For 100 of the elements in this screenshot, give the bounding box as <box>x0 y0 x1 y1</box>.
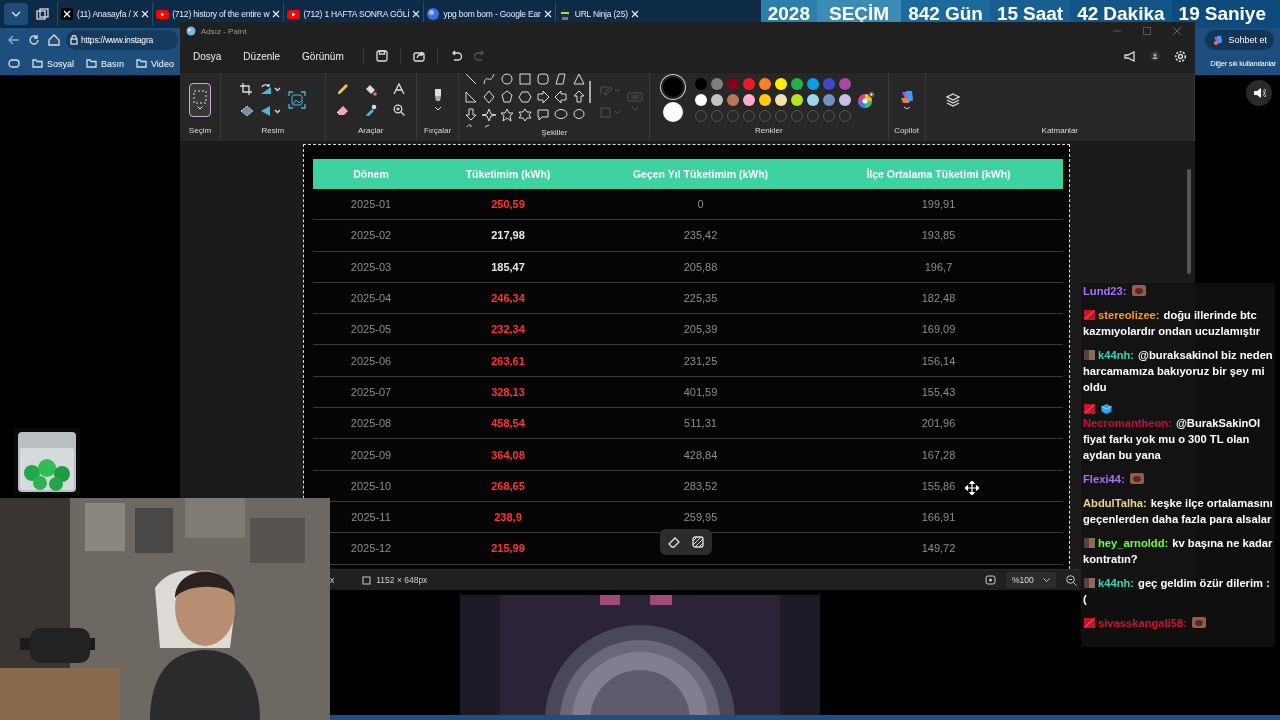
color-swatch[interactable] <box>726 93 739 106</box>
megaphone-icon[interactable] <box>1124 50 1136 62</box>
color-swatch[interactable] <box>838 77 851 90</box>
table-cell: 2025-05 <box>313 313 429 345</box>
scrollbar[interactable] <box>1187 169 1191 274</box>
fit-screen-icon[interactable] <box>985 575 996 585</box>
share-icon[interactable] <box>412 50 425 62</box>
magnifier-icon[interactable] <box>392 104 405 116</box>
browser-tab[interactable]: (11) Anasayfa / X <box>57 2 153 26</box>
chat-message: k44nh: @buraksakinol biz neden harcamamıza bakıyoruz bir şey mi oldu <box>1083 348 1273 395</box>
table-cell: 166,91 <box>814 501 1063 533</box>
zoom-out-icon[interactable] <box>1066 574 1077 586</box>
color-swatch[interactable] <box>774 93 787 106</box>
countdown-value: 842 <box>908 3 940 25</box>
rotate-icon[interactable] <box>259 82 282 95</box>
flip-icon[interactable] <box>259 104 282 117</box>
table-cell: 401,59 <box>587 376 814 408</box>
table-cell: 182,48 <box>814 282 1063 314</box>
group-label: Araçlar <box>356 126 385 137</box>
table-cell: 0 <box>587 189 814 220</box>
table-cell: 155,43 <box>814 376 1063 408</box>
layers-icon[interactable] <box>945 92 960 107</box>
home-icon[interactable] <box>48 34 60 46</box>
menu-item[interactable]: Görünüm <box>293 46 353 66</box>
color-swatch[interactable] <box>822 93 835 106</box>
color-swatch[interactable] <box>694 93 707 106</box>
color-swatch[interactable] <box>742 93 755 106</box>
text-icon[interactable] <box>392 83 405 95</box>
color-swatch[interactable] <box>822 77 835 90</box>
color-swatch[interactable] <box>662 102 683 122</box>
bookmark-folder[interactable]: Video <box>136 58 174 69</box>
countdown-unit: Saat <box>1023 3 1064 25</box>
eraser-icon[interactable] <box>336 104 350 116</box>
ninja-icon <box>558 8 572 20</box>
copilot-button[interactable]: Sohbet et <box>1205 30 1274 50</box>
color-swatch[interactable] <box>806 93 819 106</box>
bookmark-folder[interactable]: Sosyal <box>32 58 74 69</box>
color-swatch[interactable] <box>710 93 723 106</box>
zoom-dropdown[interactable]: %100 <box>1006 572 1056 588</box>
color-picker-icon[interactable] <box>364 104 377 116</box>
selection-icon <box>192 89 207 104</box>
pencil-icon[interactable] <box>336 83 350 96</box>
resize-icon[interactable] <box>239 104 254 117</box>
status-text: x <box>330 575 335 585</box>
color-swatch[interactable] <box>662 77 683 97</box>
crop-icon[interactable] <box>239 82 252 95</box>
menu-item[interactable]: Dosya <box>184 46 231 66</box>
color-swatch[interactable] <box>726 77 739 90</box>
back-icon[interactable] <box>8 35 20 45</box>
table-cell: 2025-08 <box>313 407 429 439</box>
color-swatch[interactable] <box>790 93 803 106</box>
countdown-unit: Dakika <box>1103 3 1165 25</box>
table-cell: 193,85 <box>814 219 1063 252</box>
folder-icon <box>136 59 148 68</box>
reload-icon[interactable] <box>28 34 40 46</box>
table-cell: 268,65 <box>429 470 587 502</box>
table-cell: 238,9 <box>429 501 587 533</box>
table-cell: 215,99 <box>429 532 587 565</box>
chat-username[interactable]: Flexi44: <box>1083 473 1125 485</box>
shapes-gallery-drawing[interactable] <box>465 73 594 128</box>
color-swatch[interactable] <box>790 77 803 90</box>
tab-menu-button[interactable] <box>4 3 28 25</box>
settings-icon[interactable] <box>1174 49 1187 63</box>
color-swatch[interactable] <box>838 93 851 106</box>
volume-button[interactable] <box>1246 80 1272 106</box>
color-swatch[interactable] <box>742 77 755 90</box>
workspaces-icon[interactable] <box>36 7 49 21</box>
paint-bucket-icon[interactable] <box>364 83 378 96</box>
color-swatch[interactable] <box>806 77 819 90</box>
group-label: Katmanlar <box>1040 126 1079 137</box>
canvas-size: 1152 × 648px <box>376 575 428 585</box>
color-swatch[interactable] <box>758 77 771 90</box>
column-header: İlçe Ortalama Tüketimi (kWh) <box>814 159 1063 189</box>
chat-username[interactable]: sivasskangali58: <box>1098 617 1187 629</box>
table-cell: 217,98 <box>429 219 587 252</box>
table-cell: 511,31 <box>587 407 814 439</box>
size-icon <box>627 89 644 112</box>
chat-message: AbdulTalha: keşke ilçe ortalamasını geçenlerden daha fazla para alsalar <box>1083 496 1273 527</box>
bookmark-folder[interactable]: Basın <box>86 58 125 69</box>
address-field[interactable]: https://www.instagra <box>66 30 178 50</box>
selection-button[interactable] <box>188 82 211 117</box>
crosshatch-icon[interactable] <box>692 536 704 548</box>
color-swatch[interactable] <box>694 77 707 90</box>
save-icon[interactable] <box>375 50 388 62</box>
color-swatch[interactable] <box>710 77 723 90</box>
color-wheel-icon[interactable] <box>856 90 875 109</box>
table-cell: 169,09 <box>814 313 1063 345</box>
chat-username[interactable]: Lund23: <box>1083 285 1127 297</box>
color-swatch[interactable] <box>758 93 771 106</box>
eraser-icon[interactable] <box>668 536 680 548</box>
color-swatch[interactable] <box>774 77 787 90</box>
play-icon <box>287 8 301 20</box>
sidebar-toggle-icon[interactable] <box>8 59 20 68</box>
folder-icon <box>32 59 43 68</box>
menu-item[interactable]: Düzenle <box>234 46 290 66</box>
group-label: Fırçalar <box>422 126 453 137</box>
account-icon[interactable] <box>1150 51 1160 61</box>
copilot-logo-icon[interactable] <box>898 89 915 110</box>
image-frame-icon[interactable] <box>287 90 306 109</box>
countdown-unit: Saniye <box>1204 3 1266 25</box>
